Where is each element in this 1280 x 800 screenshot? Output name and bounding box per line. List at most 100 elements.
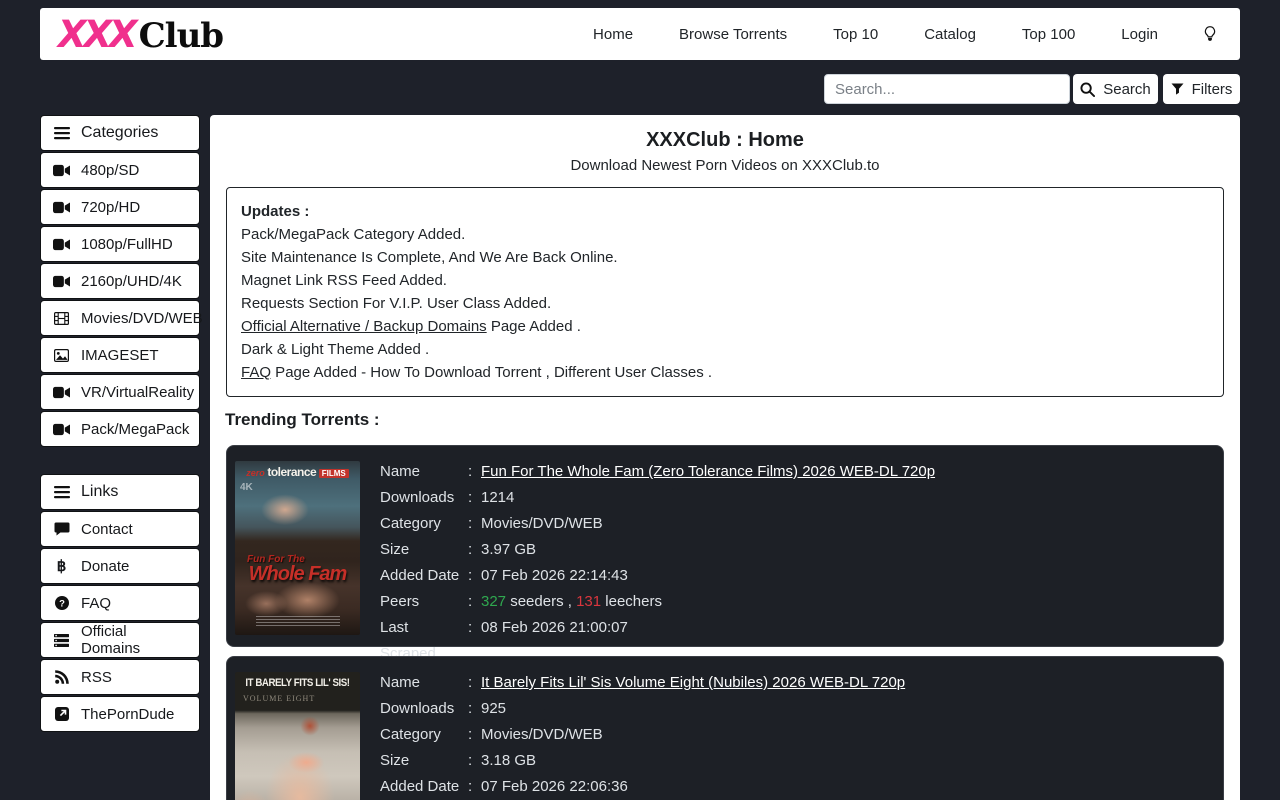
filters-button-label: Filters <box>1192 81 1233 98</box>
poster-credits-block <box>256 616 340 628</box>
main-nav: Home Browse Torrents Top 10 Catalog Top … <box>593 26 1216 43</box>
video-camera-icon <box>52 201 71 214</box>
sidebar-item-label: IMAGESET <box>81 347 159 364</box>
field-colon: : <box>468 696 481 722</box>
search-button-label: Search <box>1103 81 1151 98</box>
sidebar-item-1080p-fullhd[interactable]: 1080p/FullHD <box>40 226 200 262</box>
video-camera-icon <box>52 238 71 251</box>
chat-bubble-icon <box>52 522 71 536</box>
sidebar-item-label: Contact <box>81 521 133 538</box>
field-colon: : <box>468 459 481 485</box>
field-label: Downloads <box>380 696 468 722</box>
updates-line: Dark & Light Theme Added . <box>241 338 1209 361</box>
field-label: Category <box>380 722 468 748</box>
nav-catalog[interactable]: Catalog <box>924 26 976 43</box>
links-section-title: Links <box>81 483 118 501</box>
sidebar-item-donate[interactable]: ฿ Donate <box>40 548 200 584</box>
torrent-card: zero tolerance FILMS 4K Fun For The Whol… <box>226 445 1224 647</box>
field-value: 07 Feb 2026 22:06:36 <box>481 774 628 800</box>
main-content-panel: XXXClub : Home Download Newest Porn Vide… <box>210 115 1240 800</box>
lightbulb-icon <box>1204 26 1216 42</box>
poster-title-line2: Whole Fam <box>235 563 360 586</box>
torrent-row-added-date: Added Date : 07 Feb 2026 22:06:36 <box>380 774 1223 800</box>
torrent-poster-thumbnail[interactable]: zero tolerance FILMS 4K Fun For The Whol… <box>235 461 360 635</box>
trending-torrents-heading: Trending Torrents : <box>225 410 1240 430</box>
field-colon: : <box>468 670 481 696</box>
sidebar: Categories 480p/SD 720p/HD 1080p/FullHD … <box>40 115 200 733</box>
torrent-name-link[interactable]: It Barely Fits Lil' Sis Volume Eight (Nu… <box>481 670 905 696</box>
sidebar-item-pack-megapack[interactable]: Pack/MegaPack <box>40 411 200 447</box>
sidebar-item-imageset[interactable]: IMAGESET <box>40 337 200 373</box>
sidebar-item-480p-sd[interactable]: 480p/SD <box>40 152 200 188</box>
question-circle-icon: ? <box>52 596 71 610</box>
official-domains-link[interactable]: Official Alternative / Backup Domains <box>241 318 487 335</box>
filters-button[interactable]: Filters <box>1163 74 1240 104</box>
sidebar-item-label: 1080p/FullHD <box>81 236 173 253</box>
field-colon: : <box>468 563 481 589</box>
field-colon: : <box>468 748 481 774</box>
field-label: Downloads <box>380 485 468 511</box>
site-logo[interactable]: XXXClub <box>58 13 223 56</box>
links-section-header: Links <box>40 474 200 510</box>
nav-login[interactable]: Login <box>1121 26 1158 43</box>
video-camera-icon <box>52 423 71 436</box>
sidebar-item-contact[interactable]: Contact <box>40 511 200 547</box>
sidebar-item-faq[interactable]: ? FAQ <box>40 585 200 621</box>
field-colon: : <box>468 485 481 511</box>
torrent-row-added-date: Added Date : 07 Feb 2026 22:14:43 <box>380 563 1223 589</box>
theme-toggle-button[interactable] <box>1204 26 1216 42</box>
field-label: Name <box>380 670 468 696</box>
sidebar-item-label: ThePornDude <box>81 706 174 723</box>
sidebar-item-rss[interactable]: RSS <box>40 659 200 695</box>
search-button[interactable]: Search <box>1073 74 1158 104</box>
field-value: Movies/DVD/WEB <box>481 511 603 537</box>
svg-text:?: ? <box>59 599 65 610</box>
updates-text: Pack/MegaPack Category Added. <box>241 226 465 243</box>
torrent-poster-thumbnail[interactable]: IT BARELY FITS LIL' SIS! VOLUME EIGHT <box>235 672 360 800</box>
torrent-row-name: Name : It Barely Fits Lil' Sis Volume Ei… <box>380 670 1223 696</box>
torrent-row-size: Size : 3.18 GB <box>380 748 1223 774</box>
search-input[interactable] <box>824 74 1070 104</box>
magnifier-icon <box>1080 82 1095 97</box>
image-icon <box>52 349 71 362</box>
sidebar-item-label: 480p/SD <box>81 162 139 179</box>
field-label: Added Date <box>380 774 468 800</box>
sidebar-item-2160p-uhd-4k[interactable]: 2160p/UHD/4K <box>40 263 200 299</box>
logo-club-text: Club <box>139 16 223 56</box>
rss-icon <box>52 670 71 684</box>
sidebar-item-720p-hd[interactable]: 720p/HD <box>40 189 200 225</box>
field-value: 3.18 GB <box>481 748 536 774</box>
page-subtitle: Download Newest Porn Videos on XXXClub.t… <box>210 157 1240 174</box>
list-bars-icon <box>52 634 71 647</box>
updates-text: Site Maintenance Is Complete, And We Are… <box>241 249 618 266</box>
poster-title: IT BARELY FITS LIL' SIS! <box>243 677 353 689</box>
hamburger-icon <box>52 485 71 499</box>
updates-text: Magnet Link RSS Feed Added. <box>241 272 447 289</box>
torrent-row-size: Size : 3.97 GB <box>380 537 1223 563</box>
updates-line: Pack/MegaPack Category Added. <box>241 223 1209 246</box>
video-camera-icon <box>52 275 71 288</box>
sidebar-item-theporndude[interactable]: ThePornDude <box>40 696 200 732</box>
nav-browse-torrents[interactable]: Browse Torrents <box>679 26 787 43</box>
sidebar-item-label: 720p/HD <box>81 199 140 216</box>
nav-home[interactable]: Home <box>593 26 633 43</box>
torrent-name-link[interactable]: Fun For The Whole Fam (Zero Tolerance Fi… <box>481 459 935 485</box>
field-label: Peers <box>380 589 468 615</box>
leechers-word: leechers <box>605 593 662 610</box>
sidebar-item-vr-virtualreality[interactable]: VR/VirtualReality <box>40 374 200 410</box>
logo-xxx-text: XXX <box>58 13 135 56</box>
nav-top-10[interactable]: Top 10 <box>833 26 878 43</box>
sidebar-item-label: Pack/MegaPack <box>81 421 189 438</box>
nav-top-100[interactable]: Top 100 <box>1022 26 1075 43</box>
funnel-icon <box>1171 83 1184 95</box>
page-title: XXXClub : Home <box>210 115 1240 152</box>
top-header: XXXClub Home Browse Torrents Top 10 Cata… <box>40 8 1240 60</box>
sidebar-item-official-domains[interactable]: Official Domains <box>40 622 200 658</box>
torrent-row-name: Name : Fun For The Whole Fam (Zero Toler… <box>380 459 1223 485</box>
field-label: Added Date <box>380 563 468 589</box>
seeders-word: seeders , <box>510 593 572 610</box>
updates-line: Requests Section For V.I.P. User Class A… <box>241 292 1209 315</box>
faq-link[interactable]: FAQ <box>241 364 271 381</box>
field-colon: : <box>468 537 481 563</box>
sidebar-item-movies-dvd-web[interactable]: Movies/DVD/WEB <box>40 300 200 336</box>
